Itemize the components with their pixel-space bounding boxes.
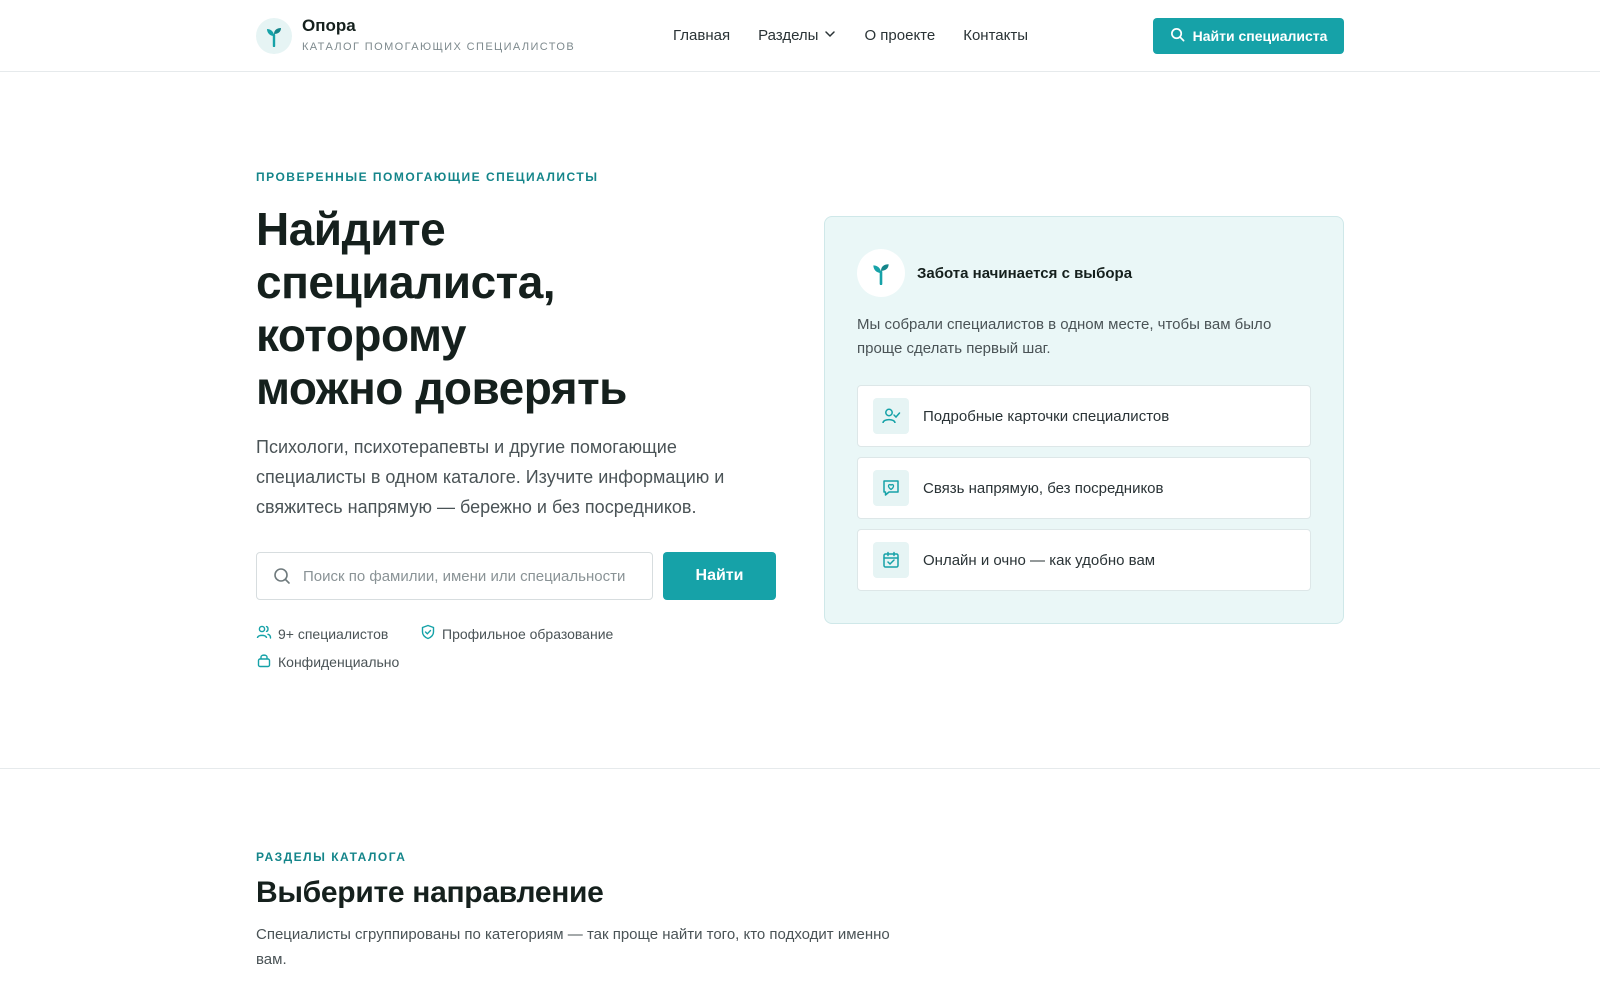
site-header: Опора КАТАЛОГ ПОМОГАЮЩИХ СПЕЦИАЛИСТОВ Гл…	[0, 0, 1600, 72]
lock-icon	[256, 652, 272, 671]
shield-check-icon	[420, 624, 436, 643]
badge-specialists: 9+ специалистов	[256, 624, 388, 643]
feature-label: Связь напрямую, без посредников	[923, 479, 1164, 497]
feature-label: Онлайн и очно — как удобно вам	[923, 551, 1156, 569]
badge-confidential: Конфиденциально	[256, 652, 399, 671]
nav-sections-label: Разделы	[758, 27, 819, 44]
hero-title: Найдите специалиста, которому можно дове…	[256, 203, 776, 415]
logo-subtitle: КАТАЛОГ ПОМОГАЮЩИХ СПЕЦИАЛИСТОВ	[302, 41, 576, 53]
main-nav: Главная Разделы О проекте Контакты	[673, 27, 1028, 44]
find-specialist-button[interactable]: Найти специалиста	[1153, 18, 1344, 54]
card-text: Мы собрали специалистов в одном месте, ч…	[857, 316, 1272, 357]
card-title: Забота начинается с выбора	[917, 264, 1133, 282]
nav-home-label: Главная	[673, 27, 731, 44]
hero-title-line: которому	[256, 309, 467, 361]
feature-item: Связь напрямую, без посредников	[857, 457, 1311, 519]
search-icon	[273, 567, 291, 585]
find-specialist-label: Найти специалиста	[1192, 28, 1328, 44]
nav-contacts[interactable]: Контакты	[963, 27, 1028, 44]
feature-item: Подробные карточки специалистов	[857, 385, 1311, 447]
logo-name: Опора	[302, 16, 356, 35]
nav-home[interactable]: Главная	[673, 27, 730, 44]
info-card: Забота начинается с выбора Мы собрали сп…	[824, 216, 1344, 624]
sprout-icon	[857, 249, 905, 297]
section-divider	[0, 768, 1600, 769]
badge-specialists-label: 9+ специалистов	[278, 625, 389, 642]
nav-about[interactable]: О проекте	[864, 27, 935, 44]
hero-title-line: специалиста,	[256, 256, 556, 308]
nav-contacts-label: Контакты	[963, 27, 1029, 44]
users-icon	[256, 624, 272, 643]
logo[interactable]: Опора КАТАЛОГ ПОМОГАЮЩИХ СПЕЦИАЛИСТОВ	[256, 16, 575, 54]
search-box	[256, 552, 653, 600]
badge-education: Профильное образование	[420, 624, 613, 643]
catalog-eyebrow: РАЗДЕЛЫ КАТАЛОГА	[256, 850, 407, 864]
search-icon	[1170, 27, 1185, 45]
catalog-title: Выберите направление	[256, 876, 604, 909]
nav-about-label: О проекте	[864, 27, 936, 44]
search-input[interactable]	[303, 567, 643, 585]
badge-education-label: Профильное образование	[442, 625, 614, 642]
chevron-down-icon	[824, 27, 836, 44]
chat-heart-icon	[873, 470, 909, 506]
user-check-icon	[873, 398, 909, 434]
search-button[interactable]: Найти	[663, 552, 776, 600]
sprout-logo-icon	[256, 18, 292, 54]
catalog-text: Специалисты сгруппированы по категориям …	[256, 926, 890, 968]
badge-confidential-label: Конфиденциально	[278, 653, 400, 670]
feature-item: Онлайн и очно — как удобно вам	[857, 529, 1311, 591]
hero-title-line: Найдите	[256, 203, 446, 255]
hero-eyebrow: ПРОВЕРЕННЫЕ ПОМОГАЮЩИЕ СПЕЦИАЛИСТЫ	[256, 170, 599, 184]
card-header: Забота начинается с выбора	[857, 249, 1132, 297]
hero-lead: Психологи, психотерапевты и другие помог…	[256, 437, 725, 517]
hero-title-line: можно доверять	[256, 362, 627, 414]
calendar-check-icon	[873, 542, 909, 578]
nav-sections[interactable]: Разделы	[758, 27, 836, 44]
feature-label: Подробные карточки специалистов	[923, 407, 1170, 425]
